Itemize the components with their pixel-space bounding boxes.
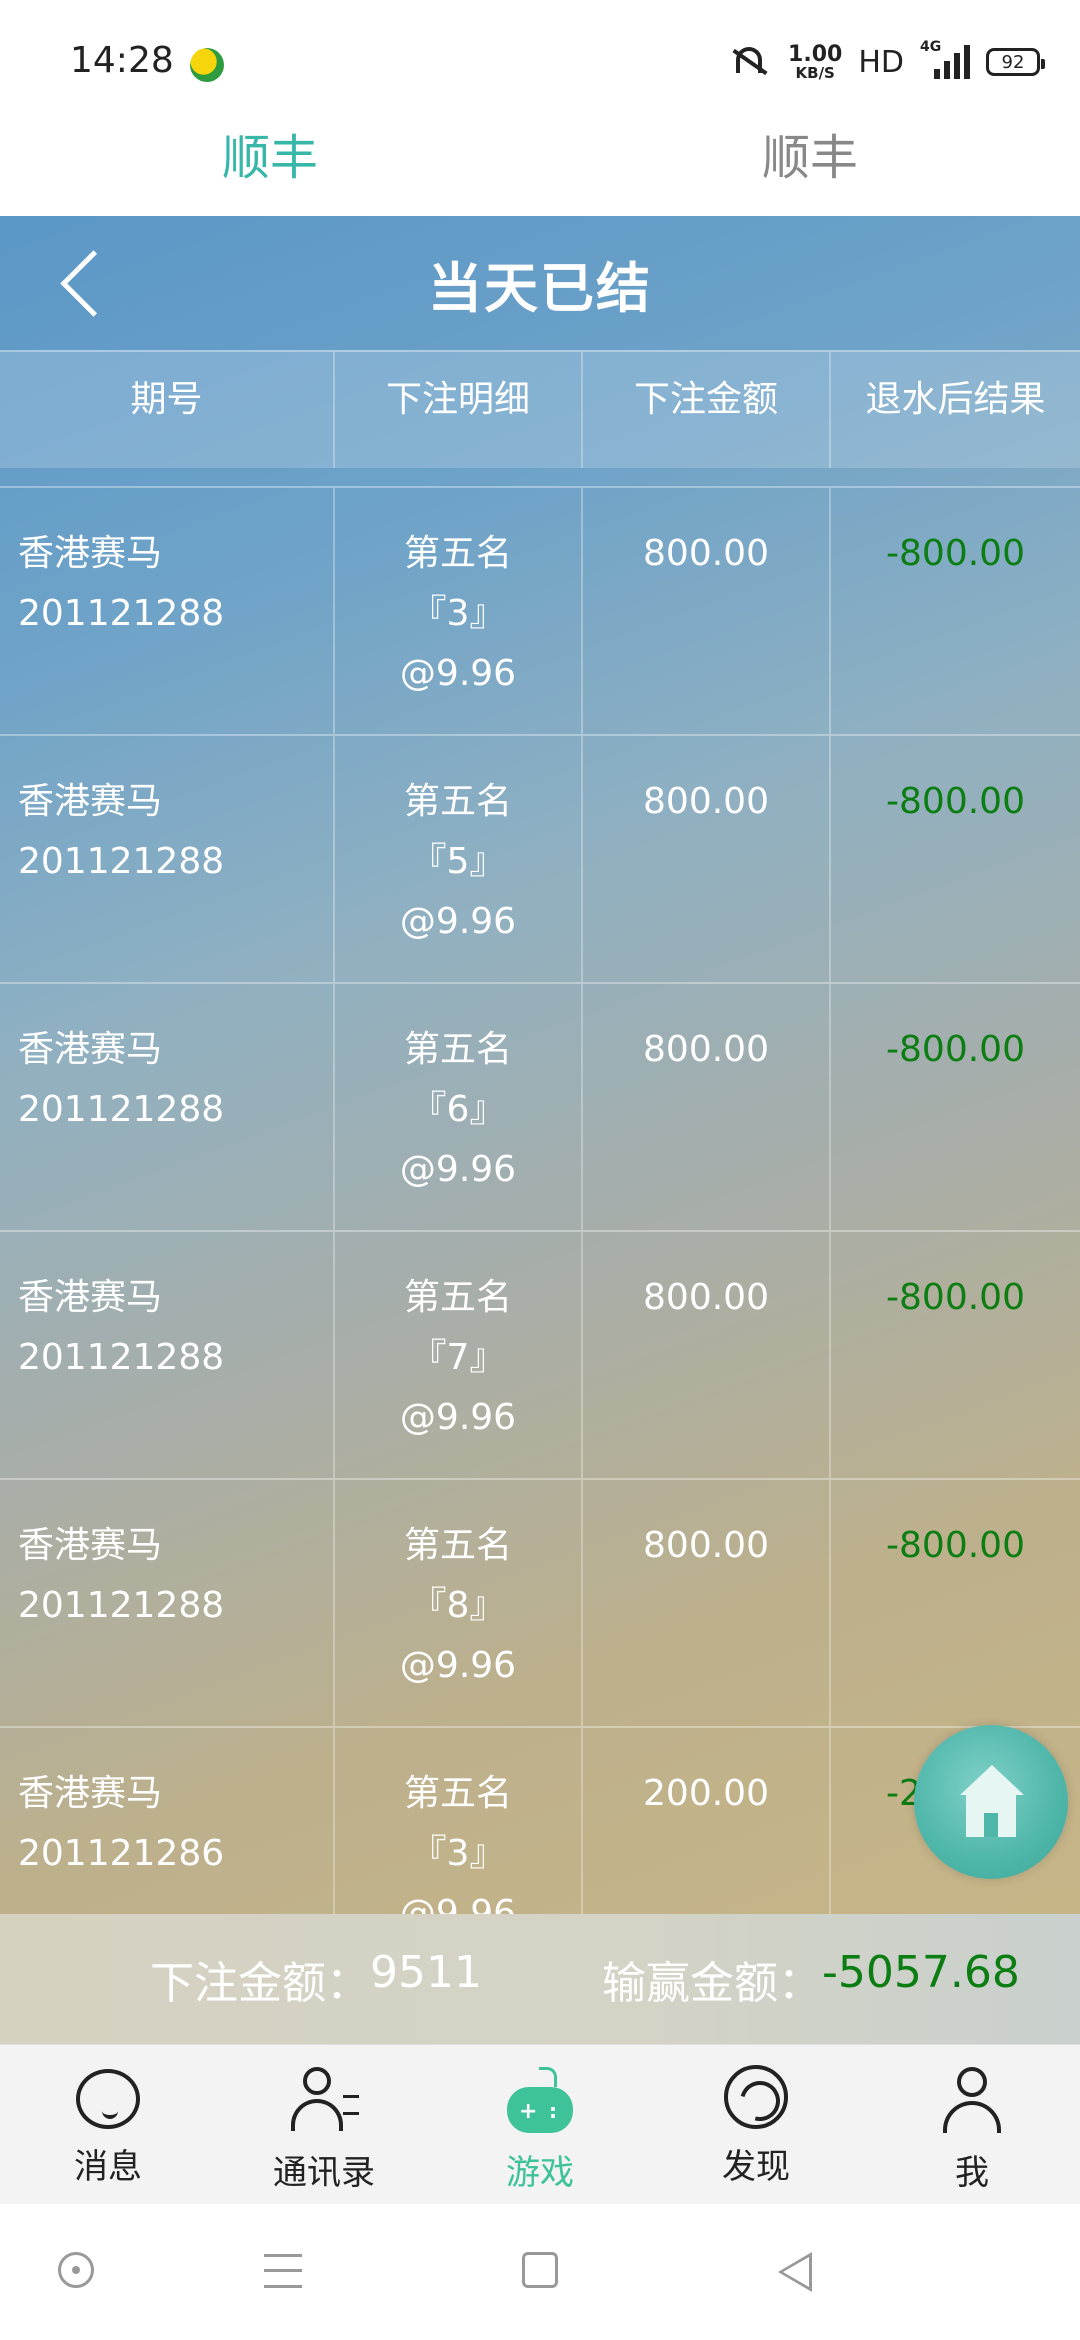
col-result: 退水后结果 — [865, 379, 1046, 420]
signal-icon: 4G — [920, 39, 970, 79]
bet-total-value: 9511 — [370, 1947, 482, 1998]
nav-me-label: 我 — [955, 2153, 989, 2193]
app-notification-icon — [190, 48, 224, 82]
cell-result: -800.00 — [886, 1525, 1025, 1566]
cell-result: -800.00 — [886, 533, 1025, 574]
contacts-icon — [289, 2065, 359, 2135]
col-detail: 下注明细 — [335, 352, 583, 468]
bet-total: 下注金额： 9511 — [150, 1947, 482, 2011]
nav-discover[interactable]: 发现 — [648, 2045, 864, 2204]
battery-icon: 92 — [986, 48, 1045, 76]
cell-issue: 香港赛马 201121288 — [0, 1480, 335, 1726]
cell-detail: 第五名 『6』 @9.96 — [335, 984, 583, 1230]
bet-total-label: 下注金额： — [150, 1958, 370, 2009]
nav-messages-label: 消息 — [74, 2147, 142, 2187]
assistant-icon[interactable] — [58, 2252, 94, 2288]
cell-issue: 香港赛马 201121286 — [0, 1728, 335, 1916]
home-icon — [954, 1765, 1028, 1839]
tab-shunfeng-1[interactable]: 顺丰 — [0, 120, 540, 216]
home-float-button[interactable] — [914, 1725, 1068, 1879]
page-title: 当天已结 — [428, 256, 652, 320]
nav-contacts[interactable]: 通讯录 — [216, 2045, 432, 2204]
cell-issue: 香港赛马 201121288 — [0, 984, 335, 1230]
cell-result: -800.00 — [886, 781, 1025, 822]
cell-issue: 香港赛马 201121288 — [0, 488, 335, 734]
cell-amount: 800.00 — [583, 736, 831, 982]
cell-amount: 800.00 — [583, 984, 831, 1230]
menu-icon[interactable] — [264, 2254, 302, 2288]
back-icon[interactable] — [54, 250, 114, 320]
cell-amount: 800.00 — [583, 488, 831, 734]
status-indicators: 1.00 KB/S HD 4G 92 — [726, 39, 1045, 82]
nav-discover-label: 发现 — [722, 2147, 790, 2187]
table-row[interactable]: 香港赛马 201121288 第五名 『3』 @9.96 800.00 -800.00 — [0, 486, 1080, 734]
header-bar: 当天已结 — [0, 216, 1080, 350]
mute-icon — [726, 45, 772, 79]
network-speed-unit: KB/S — [795, 63, 835, 82]
bottom-nav: 消息 通讯录 +: 游戏 发现 我 — [0, 2044, 1080, 2204]
hd-indicator: HD — [858, 44, 904, 80]
network-type: 4G — [920, 39, 942, 55]
nav-games[interactable]: +: 游戏 — [432, 2045, 648, 2204]
cell-amount: 200.00 — [583, 1728, 831, 1916]
chat-icon — [76, 2069, 140, 2129]
home-square-icon[interactable] — [522, 2252, 558, 2288]
win-total-label: 输赢金额： — [601, 1958, 822, 2009]
settled-content: 当天已结 期号 下注明细 下注金额 退水后结果 香港赛马 201121288 第五… — [0, 216, 1080, 1916]
network-speed-value: 1.00 — [788, 41, 843, 67]
network-speed: 1.00 KB/S — [788, 41, 843, 82]
cell-amount: 800.00 — [583, 1480, 831, 1726]
table-row[interactable]: 香港赛马 201121288 第五名 『6』 @9.96 800.00 -800.00 — [0, 982, 1080, 1230]
tab-shunfeng-2[interactable]: 顺丰 — [540, 120, 1080, 216]
top-tabs: 顺丰 顺丰 — [0, 120, 1080, 216]
table-header: 期号 下注明细 下注金额 退水后结果 — [0, 350, 1080, 468]
table-row[interactable]: 香港赛马 201121288 第五名 『5』 @9.96 800.00 -800.00 — [0, 734, 1080, 982]
cell-result: -800.00 — [886, 1277, 1025, 1318]
battery-level: 92 — [1001, 51, 1025, 73]
win-total-value: -5057.68 — [821, 1947, 1020, 1998]
cell-result: -800.00 — [886, 1029, 1025, 1070]
back-triangle-icon[interactable] — [778, 2252, 812, 2292]
game-icon: +: — [505, 2065, 575, 2135]
summary-bar: 下注金额： 9511 输赢金额： -5057.68 — [0, 1914, 1080, 2044]
discover-icon — [724, 2065, 788, 2129]
table-row[interactable]: 香港赛马 201121288 第五名 『7』 @9.96 800.00 -800.00 — [0, 1230, 1080, 1478]
cell-detail: 第五名 『8』 @9.96 — [335, 1480, 583, 1726]
cell-amount: 800.00 — [583, 1232, 831, 1478]
system-nav-bar — [0, 2204, 1080, 2340]
nav-me[interactable]: 我 — [864, 2045, 1080, 2204]
cell-issue: 香港赛马 201121288 — [0, 736, 335, 982]
nav-games-label: 游戏 — [506, 2153, 574, 2193]
cell-issue: 香港赛马 201121288 — [0, 1232, 335, 1478]
status-time: 14:28 — [70, 40, 174, 81]
table-row[interactable]: 香港赛马 201121288 第五名 『8』 @9.96 800.00 -800.00 — [0, 1478, 1080, 1726]
win-total: 输赢金额： -5057.68 — [602, 1947, 1020, 2011]
cell-detail: 第五名 『7』 @9.96 — [335, 1232, 583, 1478]
nav-contacts-label: 通讯录 — [273, 2153, 375, 2193]
status-bar: 14:28 1.00 KB/S HD 4G 92 — [0, 0, 1080, 120]
cell-detail: 第五名 『3』 @9.96 — [335, 488, 583, 734]
col-amount: 下注金额 — [583, 352, 831, 468]
nav-messages[interactable]: 消息 — [0, 2045, 216, 2204]
cell-detail: 第五名 『5』 @9.96 — [335, 736, 583, 982]
cell-detail: 第五名 『3』 @9.96 — [335, 1728, 583, 1916]
col-issue: 期号 — [0, 352, 335, 468]
me-icon — [937, 2065, 1007, 2135]
